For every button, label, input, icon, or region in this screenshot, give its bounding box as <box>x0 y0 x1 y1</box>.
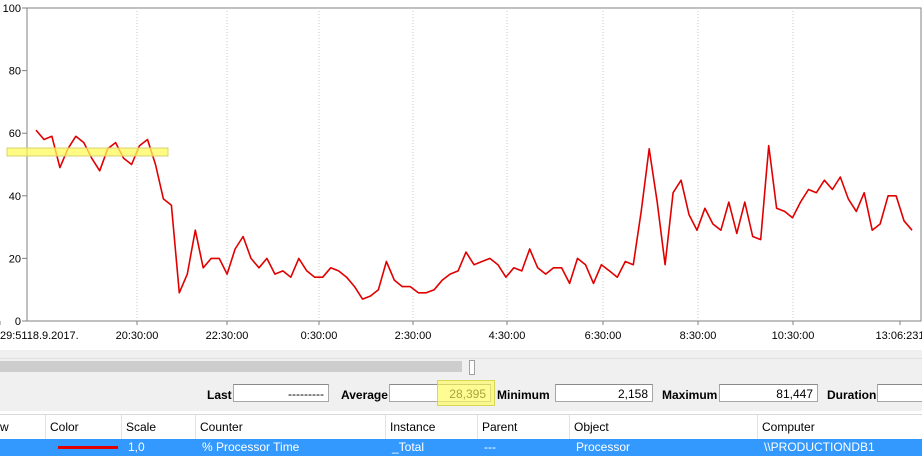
counter-scale: 1,0 <box>128 440 145 454</box>
counter-color-swatch <box>58 446 118 449</box>
last-value: --------- <box>233 384 329 402</box>
y-tick-label: 80 <box>9 66 21 78</box>
maximum-label: Maximum <box>662 388 718 402</box>
x-tick-label: 20:30:00 <box>116 330 159 342</box>
y-tick-label: 0 <box>15 316 21 328</box>
y-tick-label: 40 <box>9 191 21 203</box>
minimum-value: 2,158 <box>555 384 653 402</box>
column-header-parent[interactable]: Parent <box>477 415 569 439</box>
time-scrollbar-range[interactable] <box>0 361 462 372</box>
minimum-label: Minimum <box>497 388 550 402</box>
chart-canvas: 100 80 60 40 20 0 29:5118.9.2017. 20:30:00 22:30… <box>0 3 922 342</box>
highlight-marker <box>6 147 169 157</box>
column-header-scale[interactable]: Scale <box>121 415 195 439</box>
counter-row[interactable]: 1,0 % Processor Time _Total --- Processo… <box>0 439 922 456</box>
x-tick-label: 22:30:00 <box>206 330 249 342</box>
y-tick-label: 20 <box>9 253 21 265</box>
x-tick-label: 8:30:00 <box>680 330 717 342</box>
y-tick-label: 60 <box>9 128 21 140</box>
counter-grid-header: w Color Scale Counter Instance Parent Ob… <box>0 414 922 439</box>
x-tick-label: 0:30:00 <box>301 330 338 342</box>
maximum-value: 81,447 <box>719 384 818 402</box>
counter-object: Processor <box>576 440 631 454</box>
x-tick-label: 29:5118.9.2017. <box>0 330 79 342</box>
time-scrollbar[interactable] <box>0 358 922 376</box>
time-scrollbar-handle[interactable] <box>469 360 475 375</box>
x-tick-label: 6:30:00 <box>585 330 622 342</box>
counter-instance: _Total <box>392 440 425 454</box>
column-header-computer[interactable]: Computer <box>757 415 922 439</box>
x-tick-label: 10:30:00 <box>772 330 815 342</box>
plot-area <box>26 7 922 322</box>
duration-value <box>877 384 922 402</box>
counter-name: % Processor Time <box>202 440 300 454</box>
x-tick-label: 4:30:00 <box>489 330 526 342</box>
column-header-instance[interactable]: Instance <box>385 415 477 439</box>
average-highlight <box>437 380 495 406</box>
counter-parent: --- <box>484 440 496 454</box>
x-tick-label: 2:30:00 <box>395 330 432 342</box>
column-header-color[interactable]: Color <box>45 415 121 439</box>
average-label: Average <box>341 388 388 402</box>
statistics-bar: Last --------- Average 28,395 Minimum 2,… <box>0 375 922 411</box>
counter-computer: \\PRODUCTIONDB1 <box>764 440 875 454</box>
column-header-counter[interactable]: Counter <box>195 415 385 439</box>
column-header-object[interactable]: Object <box>569 415 757 439</box>
y-tick-label: 100 <box>3 3 21 15</box>
duration-label: Duration <box>827 388 877 402</box>
x-tick-label: 13:06:231 <box>876 330 922 342</box>
chart-separator <box>0 350 922 358</box>
last-label: Last <box>207 388 232 402</box>
column-header-show[interactable]: w <box>0 415 45 439</box>
performance-chart: 100 80 60 40 20 0 29:5118.9.2017. 20:30:00 22:30… <box>0 0 922 350</box>
